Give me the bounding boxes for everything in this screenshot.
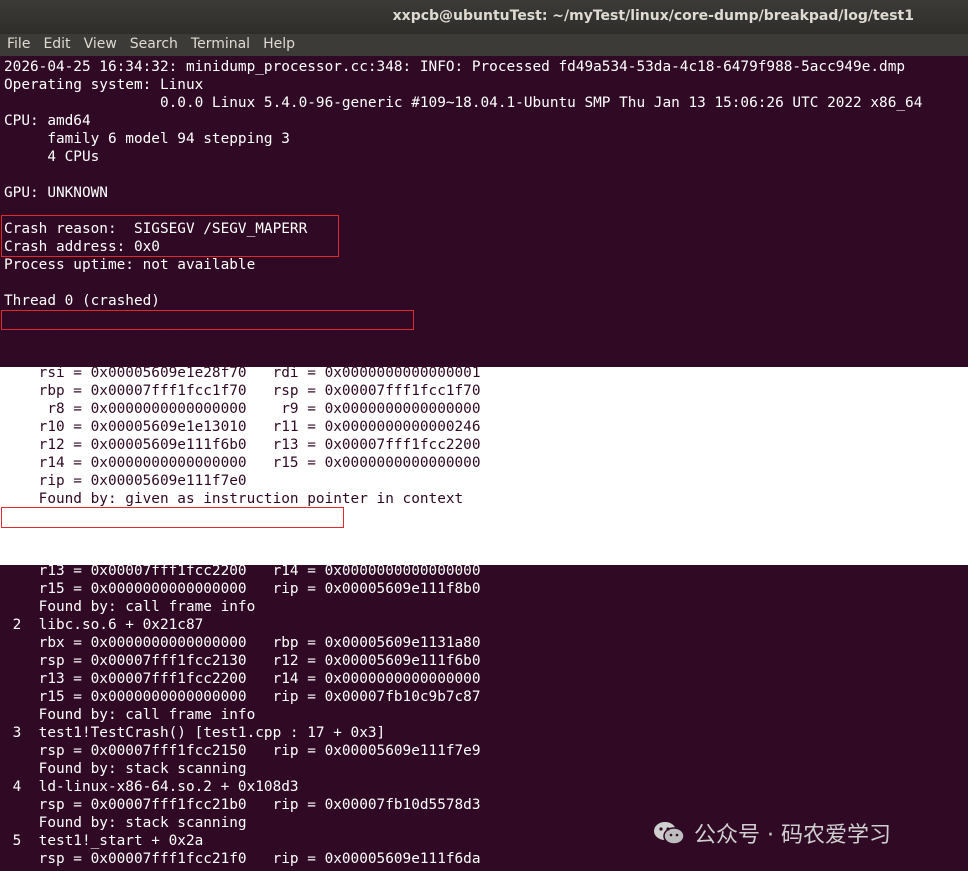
menu-file[interactable]: File: [0, 34, 36, 52]
menu-bar: File Edit View Search Terminal Help: [0, 34, 968, 56]
terminal-line: r8 = 0x0000000000000000 r9 = 0x000000000…: [4, 401, 481, 417]
terminal-line: Found by: call frame info: [4, 599, 256, 615]
terminal-line: r15 = 0x0000000000000000 rip = 0x00007fb…: [4, 689, 481, 705]
terminal-line: Found by: given as instruction pointer i…: [4, 491, 464, 507]
terminal-line: rbx = 0x0000000000000000 rbp = 0x00007ff…: [4, 527, 481, 543]
terminal-line: r13 = 0x00007fff1fcc2200 r14 = 0x0000000…: [4, 563, 481, 579]
wechat-icon: [654, 822, 685, 845]
terminal-line: rcx = 0x00007fb10caa6104 rbx = 0x0000000…: [4, 347, 481, 363]
terminal-line: r14 = 0x0000000000000000 r15 = 0x0000000…: [4, 455, 481, 471]
terminal-line: 3 test1!TestCrash() [test1.cpp : 17 + 0x…: [4, 725, 386, 741]
terminal-line: Process uptime: not available: [4, 257, 256, 273]
terminal-line: Thread 0 (crashed): [4, 293, 160, 309]
window-title: xxpcb@ubuntuTest: ~/myTest/linux/core-du…: [392, 8, 914, 24]
terminal-line: 2 libc.so.6 + 0x21c87: [4, 617, 204, 633]
terminal-line: CPU: amd64: [4, 113, 91, 129]
terminal-line: rsi = 0x00005609e1e28f70 rdi = 0x0000000…: [4, 365, 481, 381]
watermark: 公众号 · 码农爱学习: [652, 816, 891, 850]
terminal-output[interactable]: 2026-04-25 16:34:32: minidump_processor.…: [0, 58, 968, 871]
window-titlebar[interactable]: xxpcb@ubuntuTest: ~/myTest/linux/core-du…: [0, 0, 968, 34]
menu-view[interactable]: View: [77, 34, 123, 52]
terminal-line: GPU: UNKNOWN: [4, 185, 108, 201]
menu-terminal[interactable]: Terminal: [184, 34, 256, 52]
terminal-line: 5 test1!_start + 0x2a: [4, 833, 204, 849]
menu-edit[interactable]: Edit: [36, 34, 76, 52]
menu-help[interactable]: Help: [256, 34, 301, 52]
terminal-line: rsp = 0x00007fff1fcc21f0 rip = 0x0000560…: [4, 851, 481, 867]
terminal-line: Found by: call frame info: [4, 707, 256, 723]
terminal-line: r12 = 0x00005609e111f6b0 r13 = 0x00007ff…: [4, 437, 481, 453]
terminal-line: family 6 model 94 stepping 3: [4, 131, 290, 147]
terminal-line: r10 = 0x00005609e1e13010 r11 = 0x0000000…: [4, 419, 481, 435]
terminal-line: rip = 0x00005609e111f7e0: [4, 473, 247, 489]
terminal-line: rbx = 0x0000000000000000 rbp = 0x0000560…: [4, 635, 481, 651]
terminal-line: Found by: stack scanning: [4, 761, 247, 777]
terminal-line: rax = 0x0000000000000000 rdx = 0x00007fb…: [4, 329, 481, 345]
terminal-line: Found by: stack scanning: [4, 815, 247, 831]
crash-reason-highlight: [1, 215, 339, 257]
terminal-line: rsp = 0x00007fff1fcc1f80 r12 = 0x0000560…: [4, 545, 481, 561]
terminal-line: r15 = 0x0000000000000000 rip = 0x0000560…: [4, 581, 481, 597]
watermark-text: 公众号 · 码农爱学习: [694, 823, 891, 848]
terminal-line: Operating system: Linux: [4, 77, 204, 93]
terminal-line: rsp = 0x00007fff1fcc2150 rip = 0x0000560…: [4, 743, 481, 759]
terminal-line: rsp = 0x00007fff1fcc2130 r12 = 0x0000560…: [4, 653, 481, 669]
frame0-highlight: [1, 310, 414, 330]
terminal-line: rbp = 0x00007fff1fcc1f70 rsp = 0x00007ff…: [4, 383, 481, 399]
menu-search[interactable]: Search: [123, 34, 184, 52]
terminal-line: 4 CPUs: [4, 149, 100, 165]
terminal-line: 4 ld-linux-x86-64.so.2 + 0x108d3: [4, 779, 299, 795]
terminal-line: rsp = 0x00007fff1fcc21b0 rip = 0x00007fb…: [4, 797, 481, 813]
frame1-highlight: [1, 507, 344, 528]
terminal-line: r13 = 0x00007fff1fcc2200 r14 = 0x0000000…: [4, 671, 481, 687]
terminal-line: 2026-04-25 16:34:32: minidump_processor.…: [4, 59, 906, 75]
terminal-line: 0.0.0 Linux 5.4.0-96-generic #109~18.04.…: [4, 95, 923, 111]
